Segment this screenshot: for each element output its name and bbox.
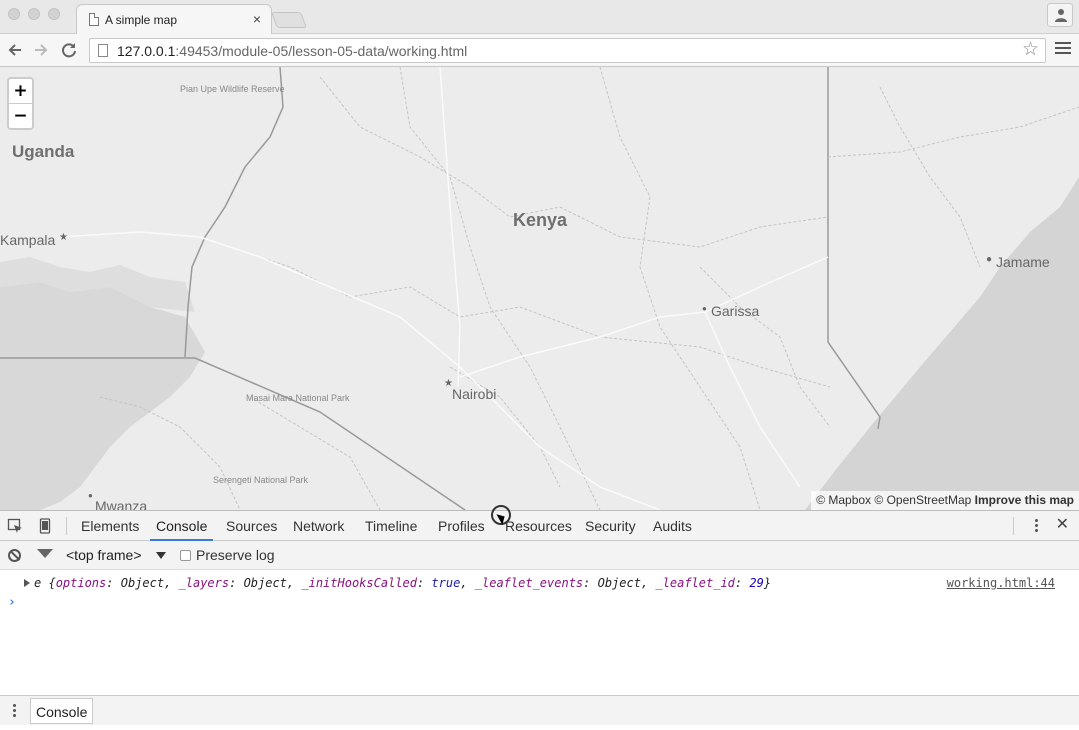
page-icon xyxy=(98,44,108,57)
preserve-log-label: Preserve log xyxy=(196,547,275,563)
city-dot-icon: ● xyxy=(88,491,93,500)
devtools-panel: Elements Console Sources Network Timelin… xyxy=(0,510,1079,730)
basemap-layer xyxy=(0,67,1079,510)
log-source-link[interactable]: working.html:44 xyxy=(947,576,1055,590)
browser-menu-icon[interactable] xyxy=(1055,42,1071,56)
forward-arrow-icon[interactable] xyxy=(30,39,52,61)
profile-button[interactable] xyxy=(1047,3,1073,27)
person-icon xyxy=(1055,9,1067,22)
clear-console-icon[interactable] xyxy=(8,549,21,562)
tab-elements[interactable]: Elements xyxy=(80,511,140,541)
map-label-nairobi: Nairobi xyxy=(452,386,497,402)
tab-profiles[interactable]: Profiles xyxy=(437,511,486,541)
frame-select[interactable]: <top frame> xyxy=(66,547,142,563)
map-label-jamame: Jamame xyxy=(996,254,1050,270)
devtools-menu-icon[interactable] xyxy=(1035,519,1039,534)
devtools-drawer: Console xyxy=(0,695,1079,725)
console-log-row[interactable]: e {options: Object, _layers: Object, _in… xyxy=(0,573,1079,593)
tab-network[interactable]: Network xyxy=(292,511,345,541)
tab-resources[interactable]: Resources xyxy=(504,511,573,541)
toolbar-divider xyxy=(66,517,67,535)
reload-icon[interactable] xyxy=(58,39,80,61)
map-label-pian-upe: Pian Upe Wildlife Reserve xyxy=(180,84,285,94)
toolbar-divider xyxy=(1013,517,1014,535)
map-label-kampala: Kampala xyxy=(0,232,56,248)
console-output: e {options: Object, _layers: Object, _in… xyxy=(0,570,1079,696)
page-favicon-icon xyxy=(89,13,99,26)
back-arrow-icon[interactable] xyxy=(4,39,26,61)
city-dot-icon: ● xyxy=(986,254,993,265)
map-label-garissa: Garissa xyxy=(711,303,760,319)
drawer-menu-icon[interactable] xyxy=(13,704,17,719)
window-minimize-button[interactable] xyxy=(28,8,40,20)
device-mode-icon[interactable] xyxy=(37,518,53,534)
tab-console[interactable]: Console xyxy=(150,511,214,541)
drawer-tab-console[interactable]: Console xyxy=(30,698,94,724)
tab-audits[interactable]: Audits xyxy=(652,511,693,541)
map-label-mwanza: Mwanza xyxy=(95,498,148,510)
browser-toolbar: 127.0.0.1:49453/module-05/lesson-05-data… xyxy=(0,34,1079,67)
devtools-tabbar: Elements Console Sources Network Timelin… xyxy=(0,511,1079,541)
map-label-kenya: Kenya xyxy=(513,210,568,230)
tab-title: A simple map xyxy=(105,13,178,27)
devtools-close-icon[interactable]: ✕ xyxy=(1056,516,1069,534)
tab-timeline[interactable]: Timeline xyxy=(364,511,418,541)
city-dot-icon: ● xyxy=(702,304,707,313)
url-text[interactable]: 127.0.0.1:49453/module-05/lesson-05-data… xyxy=(117,43,467,59)
log-object-text: e {options: Object, _layers: Object, _in… xyxy=(34,576,772,590)
map-container[interactable]: + − Uganda Kenya Kampala ★ ● Jamame ● Ga… xyxy=(0,67,1079,510)
address-bar[interactable]: 127.0.0.1:49453/module-05/lesson-05-data… xyxy=(89,38,1046,63)
map-label-serengeti: Serengeti National Park xyxy=(213,475,309,485)
mapbox-attribution-link[interactable]: © Mapbox xyxy=(816,493,871,507)
filter-icon[interactable] xyxy=(37,549,53,558)
window-close-button[interactable] xyxy=(8,8,20,20)
console-filterbar: <top frame> Preserve log xyxy=(0,541,1079,570)
preserve-log-checkbox[interactable] xyxy=(180,550,191,561)
map-label-uganda: Uganda xyxy=(12,142,75,161)
browser-titlebar: A simple map × xyxy=(0,0,1079,34)
mouse-cursor-icon xyxy=(491,505,511,525)
window-zoom-button[interactable] xyxy=(48,8,60,20)
browser-tab[interactable]: A simple map × xyxy=(76,4,272,34)
tab-security[interactable]: Security xyxy=(584,511,637,541)
new-tab-button[interactable] xyxy=(271,12,307,28)
map-attribution: © Mapbox © OpenStreetMap Improve this ma… xyxy=(811,491,1079,510)
osm-attribution-link[interactable]: © OpenStreetMap xyxy=(874,493,971,507)
zoom-in-button[interactable]: + xyxy=(9,79,32,104)
tab-close-icon[interactable]: × xyxy=(253,11,261,27)
expand-triangle-icon[interactable] xyxy=(24,579,30,587)
capital-star-icon: ★ xyxy=(59,232,68,243)
map-label-masai-mara: Masai Mara National Park xyxy=(246,393,350,403)
dropdown-arrow-icon[interactable] xyxy=(156,552,166,559)
bookmark-star-icon[interactable]: ☆ xyxy=(1022,40,1039,60)
zoom-out-button[interactable]: − xyxy=(9,104,32,129)
inspect-element-icon[interactable] xyxy=(7,518,23,534)
console-prompt[interactable]: › xyxy=(8,595,16,610)
zoom-control: + − xyxy=(7,77,34,130)
tab-sources[interactable]: Sources xyxy=(225,511,278,541)
improve-map-link[interactable]: Improve this map xyxy=(975,493,1074,507)
